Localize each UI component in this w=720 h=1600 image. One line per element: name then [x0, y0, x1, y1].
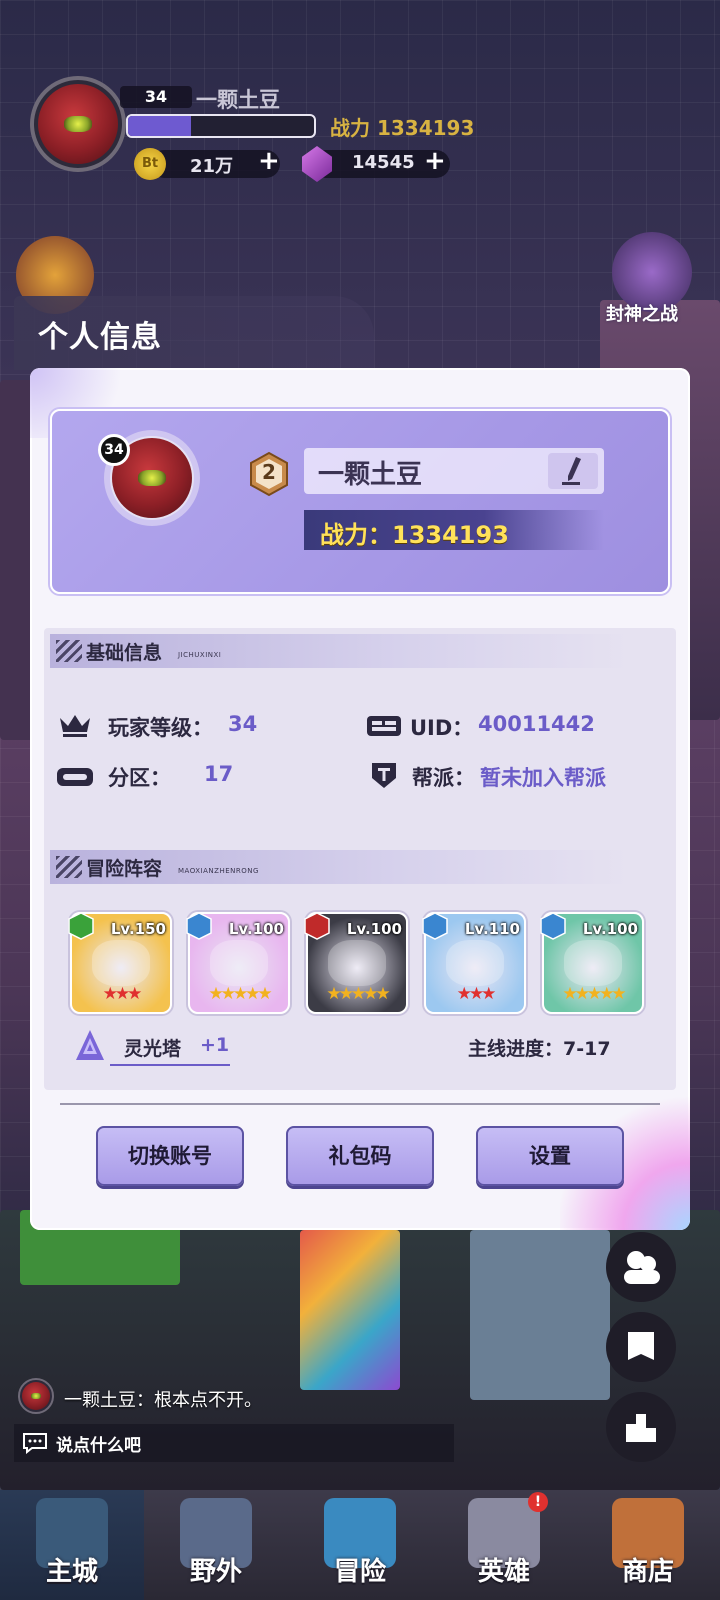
element-icon — [304, 912, 330, 940]
hero-portrait — [564, 940, 622, 986]
main-progress: 主线进度：7-17 — [468, 1038, 611, 1060]
profile-power: 战力：1334193 — [320, 521, 509, 549]
hero-stars: ★★★★★ — [562, 984, 626, 1004]
exp-bar — [126, 114, 316, 138]
gift-code-button[interactable]: 礼包码 — [286, 1126, 434, 1186]
tower-label: 灵光塔 — [124, 1038, 182, 1060]
crown-icon — [60, 715, 90, 737]
nav-tab-label: 商店 — [621, 1557, 674, 1587]
player-avatar[interactable] — [30, 76, 126, 172]
hero-portrait — [446, 940, 504, 986]
tower-underline — [110, 1064, 230, 1066]
hud-player-name: 一颗土豆 — [196, 88, 280, 112]
hud-level: 34 — [120, 86, 192, 108]
player-level-value: 34 — [228, 712, 258, 736]
basic-info-title: 基础信息 — [86, 642, 163, 664]
chat-message: 一颗土豆：根本点不开。 — [64, 1390, 262, 1411]
hero-stars: ★★★ — [102, 984, 143, 1004]
edit-name-button[interactable] — [548, 453, 598, 489]
chat-avatar — [18, 1378, 54, 1414]
hero-level: Lv.100 — [346, 920, 402, 938]
element-icon — [540, 912, 566, 940]
hero-level: Lv.110 — [464, 920, 520, 938]
guild-banner-icon[interactable] — [606, 1312, 676, 1382]
hero-card[interactable]: Lv.100 ★★★★★ — [304, 912, 408, 1014]
hero-portrait — [210, 940, 268, 986]
server-icon — [57, 768, 93, 786]
nav-tab[interactable]: 野外 — [144, 1490, 288, 1600]
chat-placeholder: 说点什么吧 — [56, 1436, 141, 1456]
basic-info-header: 基础信息 JICHUXINXI — [50, 634, 630, 668]
divider — [60, 1103, 660, 1105]
uid-label: UID： — [410, 716, 474, 740]
lineup-title: 冒险阵容 — [86, 858, 163, 880]
element-icon — [68, 912, 94, 940]
nav-tab[interactable]: 主城 — [0, 1490, 144, 1600]
hero-stars: ★★★★★ — [326, 984, 390, 1004]
hero-card[interactable]: Lv.110 ★★★ — [422, 912, 526, 1014]
add-gems-button[interactable]: + — [424, 146, 446, 176]
lineup-header: 冒险阵容 MAOXIANZHENRONG — [50, 850, 630, 884]
hero-stars: ★★★ — [456, 984, 497, 1004]
settings-button[interactable]: 设置 — [476, 1126, 624, 1186]
nav-tab-label: 野外 — [189, 1557, 242, 1587]
player-level-label: 玩家等级： — [108, 716, 213, 740]
hero-level: Lv.100 — [582, 920, 638, 938]
friends-icon[interactable] — [606, 1232, 676, 1302]
zone-label: 分区： — [108, 766, 171, 790]
rank-number: 2 — [262, 460, 276, 484]
id-card-icon — [367, 716, 401, 736]
tower-value: +1 — [200, 1034, 230, 1056]
basic-info-subtitle: JICHUXINXI — [178, 651, 222, 659]
zone-value: 17 — [204, 762, 234, 786]
profile-name-box: 一颗土豆 — [304, 448, 604, 494]
nav-tab-label: 英雄 — [477, 1557, 530, 1587]
hero-card[interactable]: Lv.150 ★★★ — [68, 912, 172, 1014]
lineup-subtitle: MAOXIANZHENRONG — [178, 867, 259, 875]
guild-shield-icon — [372, 763, 396, 788]
guild-label: 帮派： — [412, 766, 475, 790]
hero-card[interactable]: Lv.100 ★★★★★ — [540, 912, 644, 1014]
coin-icon: Bt — [134, 148, 166, 180]
spirit-tower-icon — [76, 1030, 104, 1060]
add-coins-button[interactable]: + — [258, 146, 280, 176]
chat-input[interactable]: 说点什么吧 — [14, 1424, 454, 1462]
switch-account-button[interactable]: 切换账号 — [96, 1126, 244, 1186]
profile-power-bar: 战力：1334193 — [304, 510, 604, 550]
profile-name: 一颗土豆 — [318, 460, 423, 490]
element-icon — [422, 912, 448, 940]
hero-stars: ★★★★★ — [208, 984, 272, 1004]
event-label: 封神之战 — [606, 304, 678, 325]
pencil-icon — [562, 457, 581, 485]
nav-tab[interactable]: 冒险 — [288, 1490, 432, 1600]
nav-tab[interactable]: ! 英雄 — [432, 1490, 576, 1600]
guild-value: 暂未加入帮派 — [480, 766, 606, 790]
gem-amount: 14545 — [352, 152, 415, 173]
chat-bubble-icon — [23, 1433, 47, 1454]
element-icon — [186, 912, 212, 940]
modal-title: 个人信息 — [38, 320, 162, 355]
hud-power: 战力 1334193 — [330, 116, 475, 140]
hero-card[interactable]: Lv.100 ★★★★★ — [186, 912, 290, 1014]
nav-tab-label: 主城 — [45, 1557, 98, 1587]
profile-level-badge: 34 — [98, 434, 130, 466]
hero-level: Lv.100 — [228, 920, 284, 938]
nav-tab-label: 冒险 — [333, 1557, 386, 1587]
hero-portrait — [92, 940, 150, 986]
hero-portrait — [328, 940, 386, 986]
nav-badge: ! — [528, 1492, 548, 1512]
uid-value: 40011442 — [478, 712, 595, 736]
nav-tab[interactable]: 商店 — [576, 1490, 720, 1600]
hero-level: Lv.150 — [110, 920, 166, 938]
coin-amount: 21万 — [190, 156, 234, 177]
rank-medal-icon: 2 — [246, 451, 292, 497]
ranking-icon[interactable] — [606, 1392, 676, 1462]
